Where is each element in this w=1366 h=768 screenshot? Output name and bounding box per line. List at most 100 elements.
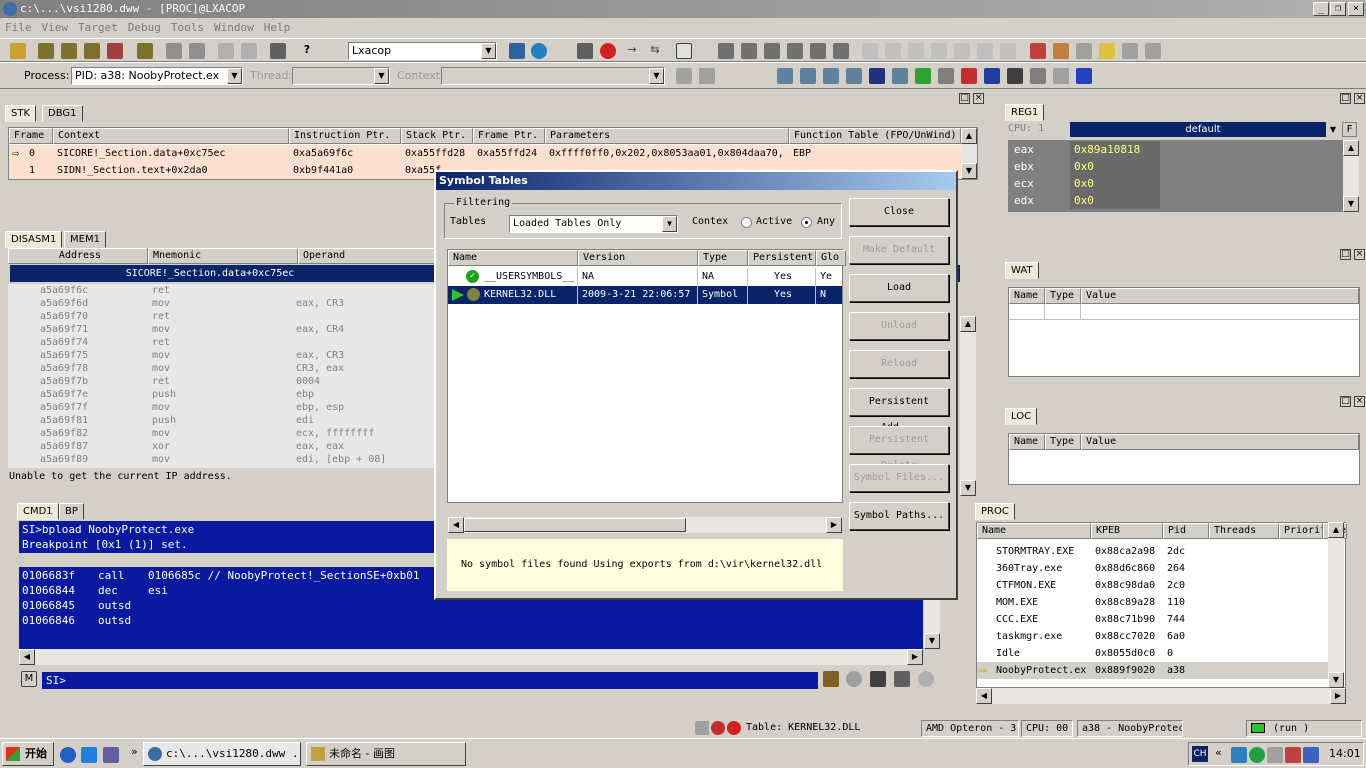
save-icon[interactable]	[61, 43, 77, 59]
scroll-left-icon[interactable]: ◀	[19, 649, 35, 665]
process-row[interactable]: STORMTRAY.EXE 0x88ca2a98 2dc	[977, 543, 1329, 560]
language-indicator[interactable]: CH	[1192, 746, 1208, 762]
document-icon[interactable]	[1122, 43, 1138, 59]
scroll-right-icon[interactable]: ▶	[907, 649, 923, 665]
stack-column-header[interactable]: Function Table (FPO/UnWind)	[789, 128, 961, 144]
watch-column-header[interactable]: Name	[1009, 288, 1045, 304]
process-row[interactable]: 360Tray.exe 0x88d6c860 264	[977, 560, 1329, 577]
watch-column-header[interactable]: Type	[1045, 288, 1081, 304]
clear-icon[interactable]	[189, 43, 205, 59]
volume-icon[interactable]	[1267, 747, 1283, 763]
symbol-column-header[interactable]: Persistent	[748, 250, 816, 266]
scroll-down-icon[interactable]: ▼	[1343, 196, 1359, 212]
network-icon[interactable]	[1231, 747, 1247, 763]
mode-icon[interactable]: M	[21, 671, 37, 687]
scroll-down-icon[interactable]: ▼	[1328, 672, 1344, 688]
panel-close-icon[interactable]: ×	[973, 93, 984, 104]
disasm-row[interactable]: a5a69f89 mov edi, [ebp + 08]	[8, 453, 436, 466]
tray-app-icon[interactable]	[1285, 747, 1301, 763]
ie-icon[interactable]	[60, 747, 76, 763]
scroll-down-icon[interactable]: ▼	[924, 633, 940, 649]
view-icon-5[interactable]	[869, 68, 885, 84]
copy-icon[interactable]	[218, 43, 234, 59]
float-toggle[interactable]: F	[1342, 122, 1357, 137]
window-icon[interactable]	[676, 43, 692, 59]
symbol-column-header[interactable]: Version	[578, 250, 698, 266]
view-icon-9[interactable]	[961, 68, 977, 84]
trace-icon-5[interactable]	[954, 43, 970, 59]
process-row[interactable]: CTFMON.EXE 0x88c98da0 2c0	[977, 577, 1329, 594]
panel-maximize-icon[interactable]: □	[959, 93, 970, 104]
workspace-icon[interactable]	[38, 43, 54, 59]
refresh-icon[interactable]	[699, 68, 715, 84]
copy-log-icon[interactable]	[894, 671, 910, 687]
desktop-icon[interactable]	[103, 747, 119, 763]
disasm-row[interactable]: a5a69f7b ret 0004	[8, 375, 436, 388]
scroll-up-icon[interactable]: ▲	[1343, 140, 1359, 156]
chevron-right-icon[interactable]: »	[131, 745, 138, 758]
symbol-table-row[interactable]: __USERSYMBOLS__ NA NA Yes Ye ✓	[448, 268, 842, 286]
target-combo[interactable]: Lxacop ▼	[348, 42, 497, 60]
view-icon-6[interactable]	[892, 68, 908, 84]
symbol-column-header[interactable]: Type	[698, 250, 748, 266]
tray-app-icon-2[interactable]	[1303, 747, 1319, 763]
restart-icon[interactable]: ⇆	[647, 43, 663, 59]
paste-icon[interactable]	[241, 43, 257, 59]
tab-bp[interactable]: BP	[59, 503, 84, 520]
stack-row[interactable]: 0 SICORE!_Section.data+0xc75ec 0xa5a69f6c 0…	[9, 145, 961, 162]
disasm-row[interactable]: a5a69f78 mov CR3, eax	[8, 362, 436, 375]
make-default-button[interactable]: Make Default	[849, 236, 949, 264]
disasm-row[interactable]: a5a69f6c ret	[8, 284, 436, 297]
cancel-icon[interactable]	[846, 671, 862, 687]
scroll-down-icon[interactable]: ▼	[960, 480, 976, 496]
break-icon[interactable]	[577, 43, 593, 59]
stack-column-header[interactable]: Stack Ptr.	[401, 128, 473, 144]
settings-icon[interactable]	[918, 671, 934, 687]
register-profile[interactable]: default	[1070, 122, 1336, 137]
properties-icon[interactable]	[137, 43, 153, 59]
trace-icon-2[interactable]	[885, 43, 901, 59]
security-icon[interactable]	[1249, 747, 1265, 763]
process-column-header[interactable]: KPEB	[1091, 523, 1163, 539]
tab-cmd1[interactable]: CMD1	[17, 503, 59, 520]
stack-column-header[interactable]: Frame Ptr.	[473, 128, 545, 144]
task-paint[interactable]: 未命名 - 画图	[306, 742, 466, 766]
radio-active[interactable]	[741, 217, 752, 228]
trace-icon-3[interactable]	[908, 43, 924, 59]
window-orange-icon[interactable]	[1053, 43, 1069, 59]
disasm-row[interactable]: a5a69f7f mov ebp, esp	[8, 401, 436, 414]
view-icon-14[interactable]	[1076, 68, 1092, 84]
menu-file[interactable]: File	[0, 18, 37, 38]
tab-mem1[interactable]: MEM1	[64, 231, 106, 248]
trace-icon-4[interactable]	[931, 43, 947, 59]
process-column-header[interactable]: Pid	[1163, 523, 1209, 539]
stop-icon[interactable]	[600, 43, 616, 59]
scroll-up-icon[interactable]: ▲	[960, 316, 976, 332]
proc-hscroll[interactable]: ◀ ▶	[976, 688, 1346, 704]
step-branch-icon[interactable]	[833, 43, 849, 59]
watch-empty-row[interactable]	[1009, 304, 1359, 320]
panel-close-icon[interactable]: ×	[1354, 93, 1365, 104]
locals-column-header[interactable]: Value	[1081, 434, 1359, 450]
print-icon[interactable]	[270, 43, 286, 59]
panel-close-icon[interactable]: ×	[1354, 249, 1365, 260]
tab-proc[interactable]: PROC	[975, 503, 1015, 520]
disasm-row[interactable]: a5a69f81 push edi	[8, 414, 436, 427]
register-row[interactable]: ebx 0x0	[1008, 158, 1343, 175]
save-all-icon[interactable]	[84, 43, 100, 59]
disasm-row[interactable]: a5a69f87 xor eax, eax	[8, 440, 436, 453]
disasm-row[interactable]: a5a69f82 mov ecx, ffffffff	[8, 427, 436, 440]
save-log-icon[interactable]	[870, 671, 886, 687]
restore-button[interactable]: ❐	[1330, 2, 1346, 16]
disasm-column-header[interactable]: Operand	[298, 248, 438, 264]
symbol-column-header[interactable]: Glo	[816, 250, 846, 266]
disasm-column-header[interactable]: Mnemonic	[148, 248, 298, 264]
scroll-up-icon[interactable]: ▲	[1328, 522, 1344, 538]
process-row[interactable]: MOM.EXE 0x88c89a28 110	[977, 594, 1329, 611]
process-row[interactable]: Idle 0x8055d0c0 0	[977, 645, 1329, 662]
stack-vscroll[interactable]: ▲ ▼	[961, 128, 977, 179]
proc-vscroll[interactable]: ▲ ▼	[1328, 522, 1344, 688]
disasm-row[interactable]: a5a69f75 mov eax, CR3	[8, 349, 436, 362]
process-row[interactable]: NoobyProtect.ex 0x889f9020 a38 ⇨	[977, 662, 1329, 679]
register-row[interactable]: ecx 0x0	[1008, 175, 1343, 192]
